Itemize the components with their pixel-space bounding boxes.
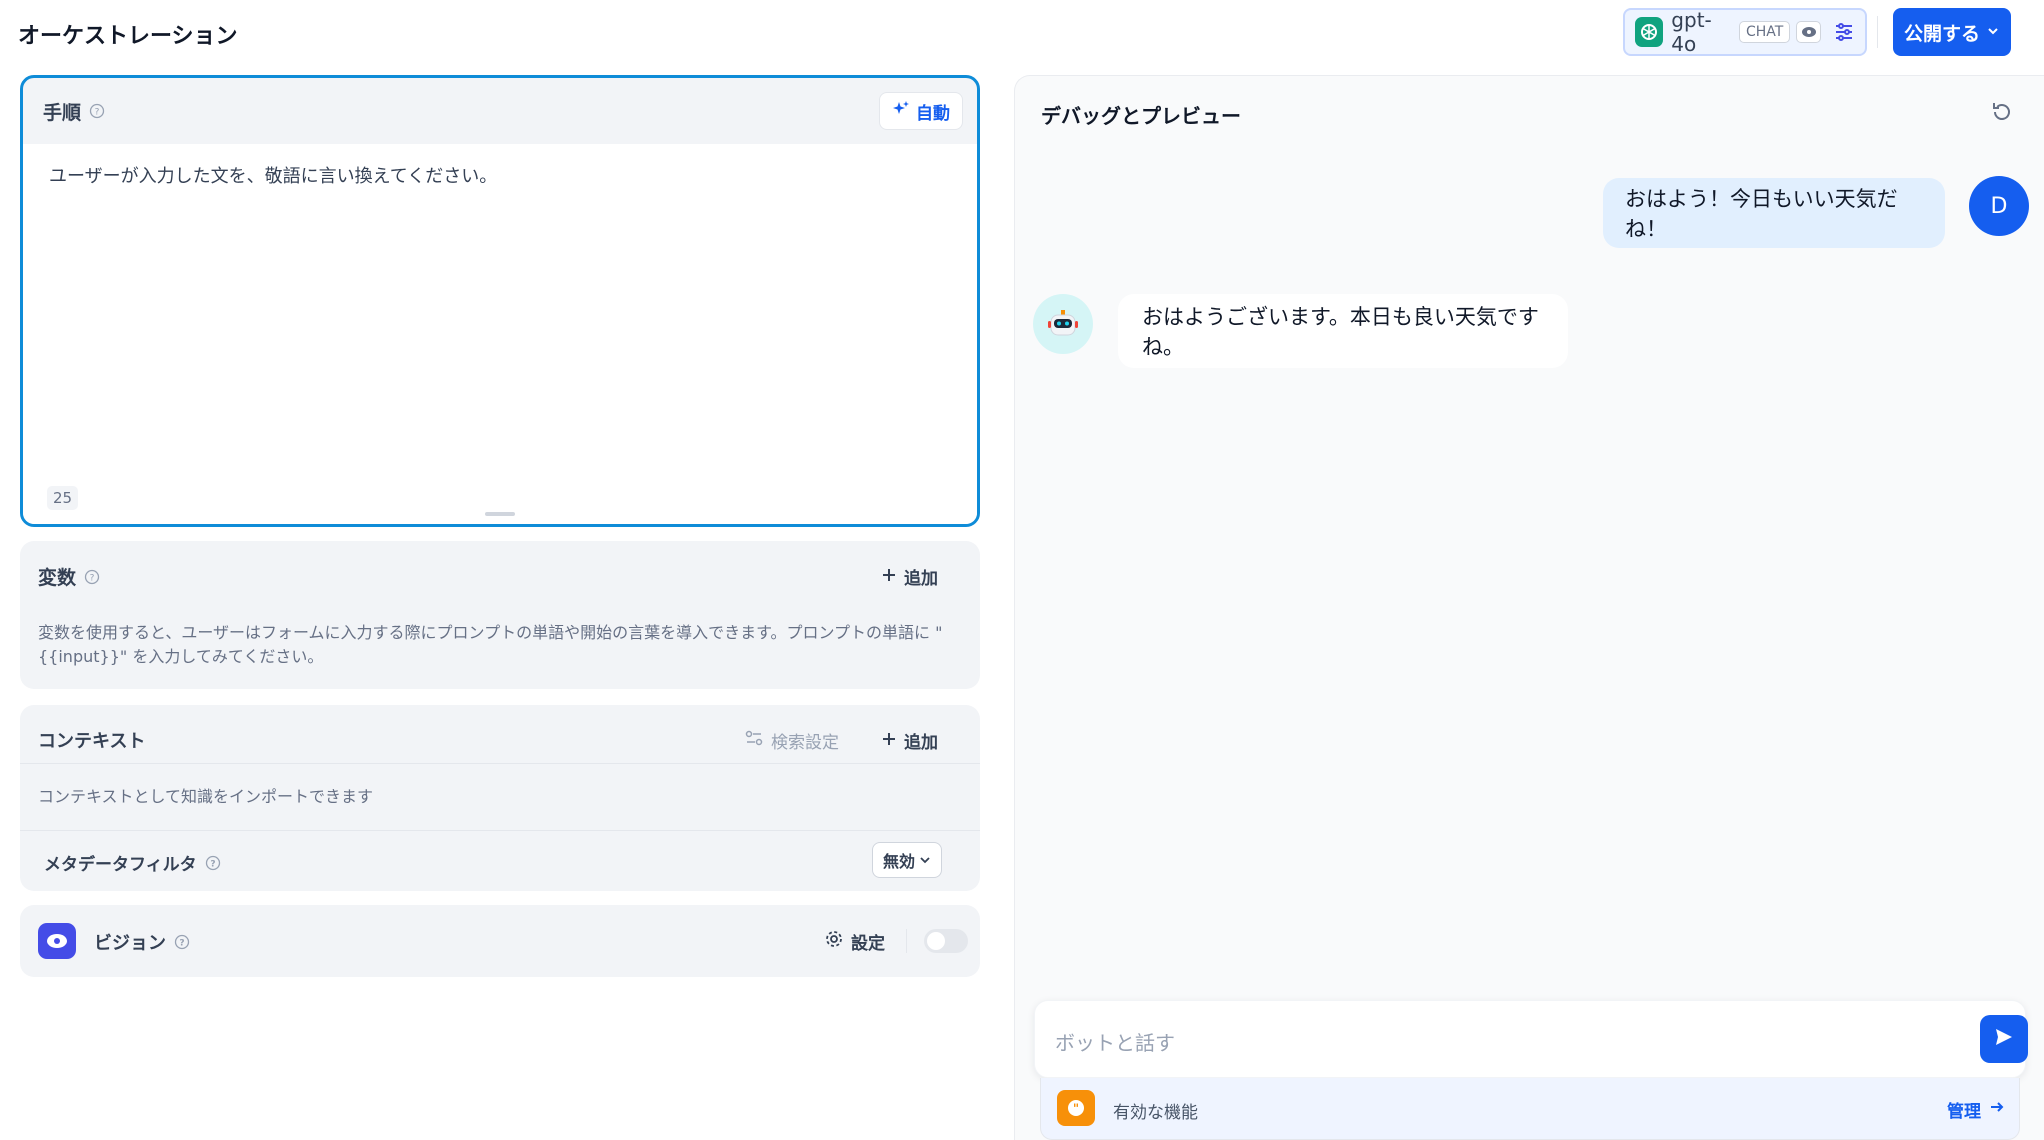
instruction-label: 手順 [43, 101, 82, 124]
vision-settings-button[interactable]: 設定 [825, 929, 885, 954]
model-mode-badge: CHAT [1739, 21, 1791, 43]
auto-generate-button[interactable]: 自動 [879, 92, 963, 130]
svg-text:": " [1073, 1102, 1079, 1116]
variables-label: 変数 [38, 567, 77, 589]
sliders-icon[interactable] [1833, 21, 1855, 43]
toggle-knob [927, 932, 945, 950]
manage-features-button[interactable]: 管理 [1947, 1097, 2005, 1122]
vision-label: ビジョン [94, 933, 166, 954]
help-icon[interactable]: ? [205, 855, 221, 871]
svg-text:?: ? [95, 108, 100, 118]
chevron-down-icon [919, 851, 931, 870]
variables-header: 変数 ? [38, 563, 100, 590]
features-bar: " 有効な機能 管理 [1040, 1078, 2020, 1140]
eye-icon [1796, 21, 1821, 43]
add-context-label: 追加 [904, 733, 938, 753]
user-message: おはよう！今日もいい天気だね！ [1603, 178, 1945, 248]
eye-icon [38, 923, 76, 959]
plus-icon [882, 567, 896, 587]
vision-toggle[interactable] [924, 929, 968, 953]
manage-label: 管理 [1947, 1102, 1981, 1122]
send-button[interactable] [1980, 1015, 2028, 1063]
metadata-filter-select[interactable]: 無効 [872, 842, 943, 878]
plus-icon [882, 731, 896, 751]
gear-icon [825, 930, 843, 953]
context-label: コンテキスト [38, 731, 146, 752]
variables-panel: 変数 ? 追加 変数を使用すると、ユーザーはフォームに入力する際にプロンプトの単… [20, 541, 980, 689]
vision-panel: ビジョン ? 設定 [20, 905, 980, 977]
avatar: D [1969, 176, 2029, 236]
chevron-down-icon [1986, 21, 2000, 43]
publish-label: 公開する [1903, 22, 1980, 45]
metadata-filter-label: メタデータフィルタ ? [44, 850, 221, 875]
help-icon[interactable]: ? [84, 569, 100, 585]
auto-label: 自動 [916, 103, 950, 124]
arrow-right-icon [1989, 1099, 2005, 1120]
retrieval-settings-button[interactable]: 検索設定 [745, 728, 839, 753]
metadata-filter-text: メタデータフィルタ [44, 855, 197, 875]
svg-text:?: ? [210, 859, 215, 869]
refresh-icon[interactable] [1990, 100, 2014, 128]
add-variable-label: 追加 [904, 569, 938, 589]
robot-icon [1033, 294, 1093, 354]
divider [906, 929, 907, 953]
instruction-text[interactable]: ユーザーが入力した文を、敬語に言い換えてください。 [49, 162, 497, 188]
chat-input-placeholder[interactable]: ボットと話す [1055, 1027, 1175, 1056]
vision-settings-label: 設定 [851, 934, 885, 954]
retrieval-settings-icon [745, 730, 763, 751]
model-name: gpt-4o [1671, 8, 1712, 56]
add-variable-button[interactable]: 追加 [882, 564, 938, 589]
variables-description: 変数を使用すると、ユーザーはフォームに入力する際にプロンプトの単語や開始の言葉を… [38, 623, 943, 666]
add-context-button[interactable]: 追加 [882, 728, 938, 753]
sparkle-icon [892, 100, 910, 123]
metadata-filter-value: 無効 [883, 852, 916, 871]
char-count: 25 [47, 486, 79, 510]
context-description: コンテキストとして知識をインポートできます [38, 787, 374, 806]
svg-text:?: ? [90, 573, 95, 583]
instruction-panel: 手順 ? 自動 ユーザーが入力した文を、敬語に言い換えてください。 25 [20, 75, 980, 527]
retrieval-settings-label: 検索設定 [771, 733, 839, 753]
page-title: オーケストレーション [18, 24, 238, 49]
divider [20, 763, 980, 764]
send-icon [1993, 1026, 2015, 1052]
debug-preview-panel: デバッグとプレビュー おはよう！今日もいい天気だね！ D おはようございます。本… [1014, 75, 2044, 1140]
instruction-editor[interactable]: ユーザーが入力した文を、敬語に言い換えてください。 25 [23, 144, 977, 524]
quote-icon: " [1057, 1090, 1095, 1126]
publish-button[interactable]: 公開する [1893, 8, 2011, 56]
openai-icon [1635, 17, 1664, 47]
svg-text:?: ? [179, 939, 184, 949]
divider [20, 830, 980, 831]
features-label: 有効な機能 [1113, 1103, 1198, 1123]
help-icon[interactable]: ? [89, 103, 105, 119]
model-selector[interactable]: gpt-4o CHAT [1623, 8, 1867, 56]
bot-message: おはようございます。本日も良い天気ですね。 [1118, 294, 1568, 368]
vision-label-group: ビジョン ? [94, 929, 190, 955]
help-icon[interactable]: ? [174, 934, 190, 950]
resize-handle[interactable] [485, 512, 515, 516]
instruction-header: 手順 ? 自動 [23, 78, 977, 144]
header-divider [1877, 16, 1878, 48]
context-panel: コンテキスト 検索設定 追加 コンテキストとして知識をインポートできます メタデ… [20, 705, 980, 891]
chat-input[interactable]: ボットと話す [1034, 1000, 2028, 1078]
preview-title: デバッグとプレビュー [1041, 104, 1241, 128]
